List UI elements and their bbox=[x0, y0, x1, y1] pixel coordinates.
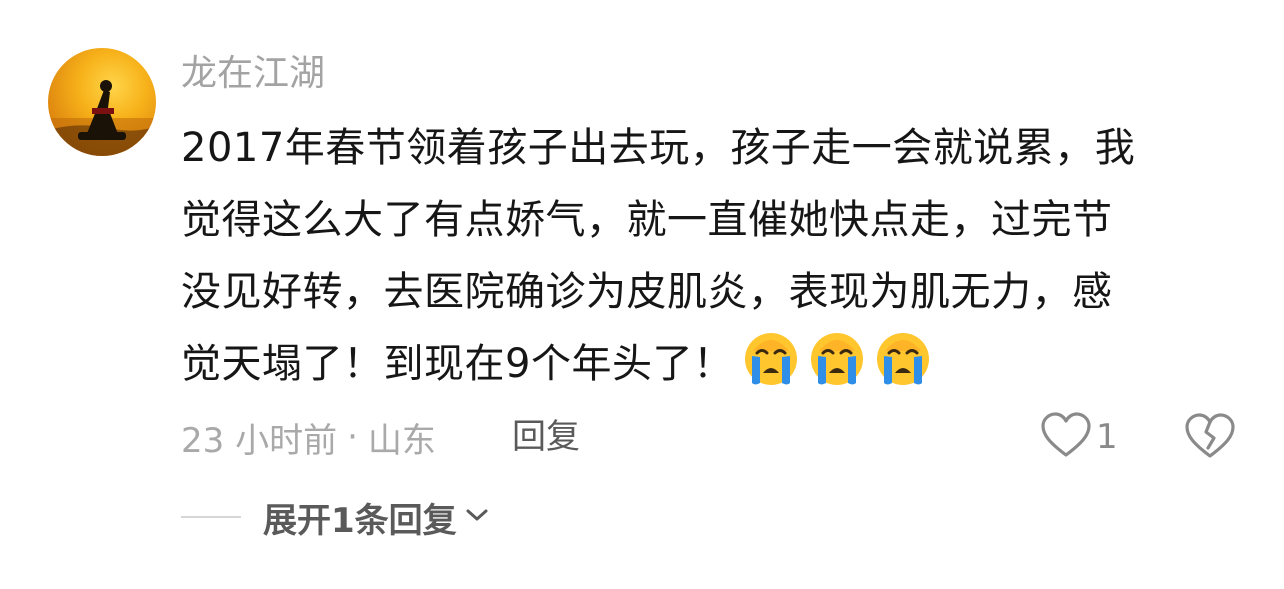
comment-line: 觉天塌了！到现在9个年头了！ bbox=[181, 341, 734, 387]
meta-separator: · bbox=[347, 417, 358, 457]
comment-text: 2017年春节领着孩子出去玩，孩子走一会就说累，我 觉得这么大了有点娇气，就一直… bbox=[181, 112, 1241, 400]
dislike-button[interactable] bbox=[1184, 412, 1236, 464]
comment-meta: 23 小时前 · 山东 bbox=[181, 412, 436, 462]
timestamp: 23 小时前 bbox=[181, 420, 338, 461]
crying-face-icon bbox=[809, 331, 865, 387]
expand-replies-button[interactable]: 展开1条回复 bbox=[181, 492, 489, 542]
comment-line: 没见好转，去医院确诊为皮肌炎，表现为肌无力，感 bbox=[181, 269, 1113, 315]
comment-line: 觉得这么大了有点娇气，就一直催她快点走，过完节 bbox=[181, 197, 1113, 243]
avatar[interactable] bbox=[48, 48, 156, 156]
chevron-down-icon bbox=[465, 507, 489, 527]
reply-button[interactable]: 回复 bbox=[512, 412, 580, 462]
comment-line: 2017年春节领着孩子出去玩，孩子走一会就说累，我 bbox=[181, 125, 1136, 171]
username[interactable]: 龙在江湖 bbox=[181, 50, 325, 98]
like-count: 1 bbox=[1096, 417, 1118, 457]
crying-face-icon bbox=[875, 331, 931, 387]
heart-icon bbox=[1040, 411, 1092, 463]
comment-last-line: 觉天塌了！到现在9个年头了！ bbox=[181, 328, 1241, 400]
crying-face-icon bbox=[743, 331, 799, 387]
avatar-silhouette bbox=[48, 80, 156, 156]
broken-heart-icon bbox=[1184, 413, 1236, 464]
location: 山东 bbox=[367, 420, 436, 461]
expand-replies-label: 展开1条回复 bbox=[263, 500, 457, 541]
like-button[interactable]: 1 bbox=[1040, 412, 1118, 462]
divider-line bbox=[181, 516, 241, 518]
